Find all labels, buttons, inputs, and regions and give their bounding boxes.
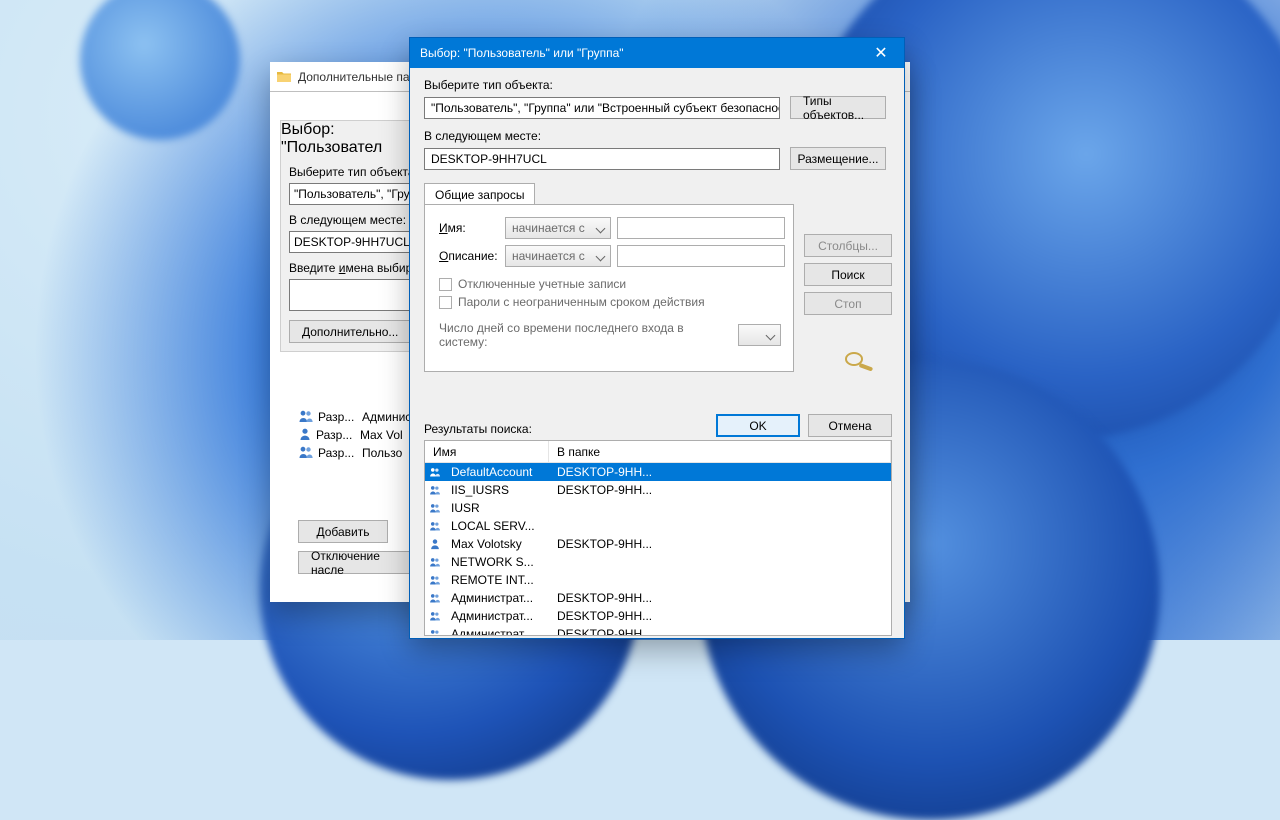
- result-name: LOCAL SERV...: [443, 519, 549, 533]
- desc-match-select[interactable]: начинается с: [505, 245, 611, 267]
- result-folder: DESKTOP-9HH...: [549, 591, 891, 605]
- result-name: Max Volotsky: [443, 537, 549, 551]
- group-icon: [425, 483, 443, 497]
- group-icon: [425, 591, 443, 605]
- search-button[interactable]: Поиск: [804, 263, 892, 286]
- group-icon: [425, 573, 443, 587]
- advanced-button[interactable]: Дополнительно...: [289, 320, 411, 343]
- close-icon[interactable]: ✕: [858, 38, 904, 68]
- days-since-logon-select[interactable]: [738, 324, 781, 346]
- group-icon: [425, 627, 443, 636]
- password-never-expires-label: Пароли с неограниченным сроком действия: [458, 295, 705, 309]
- result-row[interactable]: REMOTE INT...: [425, 571, 891, 589]
- results-body: DefaultAccountDESKTOP-9HH...IIS_IUSRSDES…: [425, 463, 891, 636]
- result-row[interactable]: Администрат...DESKTOP-9HH...: [425, 607, 891, 625]
- common-queries-panel: Имя: начинается с Описание: начинается с…: [424, 204, 794, 372]
- result-name: DefaultAccount: [443, 465, 549, 479]
- names-label: Введите имена выбирае: [289, 261, 419, 275]
- tab-common-queries[interactable]: Общие запросы: [424, 183, 535, 205]
- days-since-logon-label: Число дней со времени последнего входа в…: [439, 321, 730, 349]
- ok-button[interactable]: OK: [716, 414, 800, 437]
- result-name: NETWORK S...: [443, 555, 549, 569]
- result-name: Администрат...: [443, 609, 549, 623]
- result-name: Администрат...: [443, 591, 549, 605]
- stop-button[interactable]: Стоп: [804, 292, 892, 315]
- result-row[interactable]: Администрат...DESKTOP-9HH...: [425, 589, 891, 607]
- column-header-folder[interactable]: В папке: [549, 441, 891, 462]
- object-type-field[interactable]: "Пользователь", "Груп: [289, 183, 417, 205]
- disabled-accounts-label: Отключенные учетные записи: [458, 277, 626, 291]
- object-type-field[interactable]: "Пользователь", "Группа" или "Встроенный…: [424, 97, 780, 119]
- result-row[interactable]: Max VolotskyDESKTOP-9HH...: [425, 535, 891, 553]
- result-row[interactable]: DefaultAccountDESKTOP-9HH...: [425, 463, 891, 481]
- group-icon: [425, 609, 443, 623]
- disabled-accounts-checkbox[interactable]: [439, 278, 452, 291]
- result-folder: DESKTOP-9HH...: [549, 609, 891, 623]
- disable-inheritance-button[interactable]: Отключение насле: [298, 551, 428, 574]
- add-button[interactable]: Добавить: [298, 520, 388, 543]
- result-name: Администрат...: [443, 627, 549, 636]
- result-folder: DESKTOP-9HH...: [549, 537, 891, 551]
- dialog-title: Выбор: "Пользователь" или "Группа": [420, 46, 858, 60]
- result-row[interactable]: IIS_IUSRSDESKTOP-9HH...: [425, 481, 891, 499]
- result-name: IIS_IUSRS: [443, 483, 549, 497]
- locations-button[interactable]: Размещение...: [790, 147, 886, 170]
- result-folder: DESKTOP-9HH...: [549, 627, 891, 636]
- result-folder: DESKTOP-9HH...: [549, 483, 891, 497]
- group-icon: [425, 501, 443, 515]
- name-label: Имя:: [439, 221, 499, 235]
- description-label: Описание:: [439, 249, 499, 263]
- result-folder: DESKTOP-9HH...: [549, 465, 891, 479]
- search-icon: [840, 350, 880, 372]
- result-name: REMOTE INT...: [443, 573, 549, 587]
- group-icon: [298, 445, 314, 462]
- object-type-label: Выберите тип объекта:: [289, 165, 419, 179]
- column-header-name[interactable]: Имя: [425, 441, 549, 462]
- names-field[interactable]: [289, 279, 417, 311]
- dialog-titlebar[interactable]: Выбор: "Пользователь" или "Группа" ✕: [410, 38, 904, 68]
- result-name: IUSR: [443, 501, 549, 515]
- cancel-button[interactable]: Отмена: [808, 414, 892, 437]
- object-type-label: Выберите тип объекта:: [424, 78, 892, 92]
- object-types-button[interactable]: Типы объектов...: [790, 96, 886, 119]
- name-input[interactable]: [617, 217, 785, 239]
- result-row[interactable]: NETWORK S...: [425, 553, 891, 571]
- subdialog-title[interactable]: Выбор: "Пользовател: [281, 121, 427, 157]
- desc-input[interactable]: [617, 245, 785, 267]
- name-match-select[interactable]: начинается с: [505, 217, 611, 239]
- password-never-expires-checkbox[interactable]: [439, 296, 452, 309]
- location-label: В следующем месте:: [289, 213, 419, 227]
- folder-icon: [276, 69, 292, 85]
- user-icon: [298, 427, 312, 444]
- select-user-subdialog: Выбор: "Пользовател Выберите тип объекта…: [280, 120, 428, 352]
- location-field[interactable]: DESKTOP-9HH7UCL: [424, 148, 780, 170]
- location-field[interactable]: DESKTOP-9HH7UCL: [289, 231, 417, 253]
- group-icon: [425, 465, 443, 479]
- group-icon: [298, 409, 314, 426]
- result-row[interactable]: IUSR: [425, 499, 891, 517]
- location-label: В следующем месте:: [424, 129, 892, 143]
- user-icon: [425, 537, 443, 551]
- search-results-list[interactable]: Имя В папке DefaultAccountDESKTOP-9HH...…: [424, 440, 892, 636]
- group-icon: [425, 519, 443, 533]
- group-icon: [425, 555, 443, 569]
- columns-button[interactable]: Столбцы...: [804, 234, 892, 257]
- results-label: Результаты поиска:: [424, 422, 532, 436]
- result-row[interactable]: Администрат...DESKTOP-9HH...: [425, 625, 891, 636]
- select-user-or-group-dialog: Выбор: "Пользователь" или "Группа" ✕ Выб…: [410, 38, 904, 638]
- result-row[interactable]: LOCAL SERV...: [425, 517, 891, 535]
